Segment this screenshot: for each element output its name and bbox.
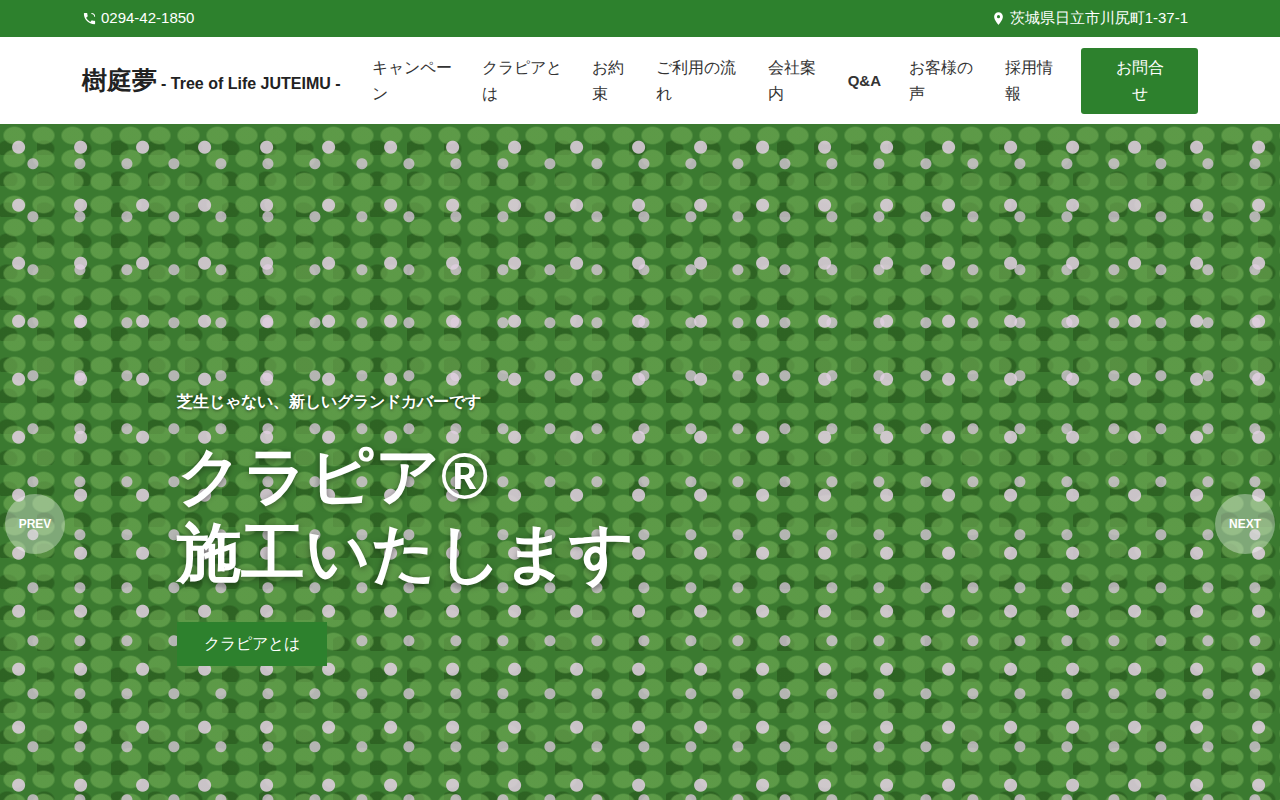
top-bar: 0294-42-1850 茨城県日立市川尻町1-37-1 — [0, 0, 1280, 37]
hero-slider: 芝生じゃない、新しいグランドカバーですクラピア®施工いたしますクラピアとは PRE… — [0, 124, 1280, 800]
nav-item[interactable]: キャンペーン — [372, 55, 454, 107]
nav-item[interactable]: お客様の声 — [909, 55, 977, 107]
nav-item[interactable]: お約束 — [592, 55, 628, 107]
hero-title-line: クラピア® — [177, 438, 1280, 515]
hero-title-line: 施工いたします — [177, 515, 1280, 592]
prev-button[interactable]: PREV — [5, 494, 65, 554]
nav-item[interactable]: ご利用の流れ — [656, 55, 740, 107]
location-pin-icon — [991, 11, 1006, 26]
logo-tagline: - Tree of Life JUTEIMU - — [161, 72, 341, 96]
logo[interactable]: 樹庭夢- Tree of Life JUTEIMU - — [82, 62, 341, 100]
nav-item[interactable]: 採用情報 — [1005, 55, 1057, 107]
contact-button[interactable]: お問合せ — [1081, 48, 1198, 114]
hero-subtitle: 芝生じゃない、新しいグランドカバーです — [177, 390, 1280, 414]
address: 茨城県日立市川尻町1-37-1 — [1010, 7, 1188, 30]
logo-name: 樹庭夢 — [82, 62, 157, 100]
next-button[interactable]: NEXT — [1215, 494, 1275, 554]
main-nav: キャンペーンクラピアとはお約束ご利用の流れ会社案内 Q&A お客様の声採用情報 — [372, 55, 1057, 107]
site-header: 樹庭夢- Tree of Life JUTEIMU -キャンペーンクラピアとはお… — [0, 37, 1280, 124]
phone-icon — [82, 11, 97, 26]
hero-title: クラピア®施工いたします — [177, 438, 1280, 592]
nav-item[interactable]: Q&A — [848, 68, 881, 94]
phone-number[interactable]: 0294-42-1850 — [101, 7, 194, 30]
nav-item[interactable]: クラピアとは — [482, 55, 564, 107]
hero-button[interactable]: クラピアとは — [177, 622, 327, 666]
nav-item[interactable]: 会社案内 — [768, 55, 820, 107]
